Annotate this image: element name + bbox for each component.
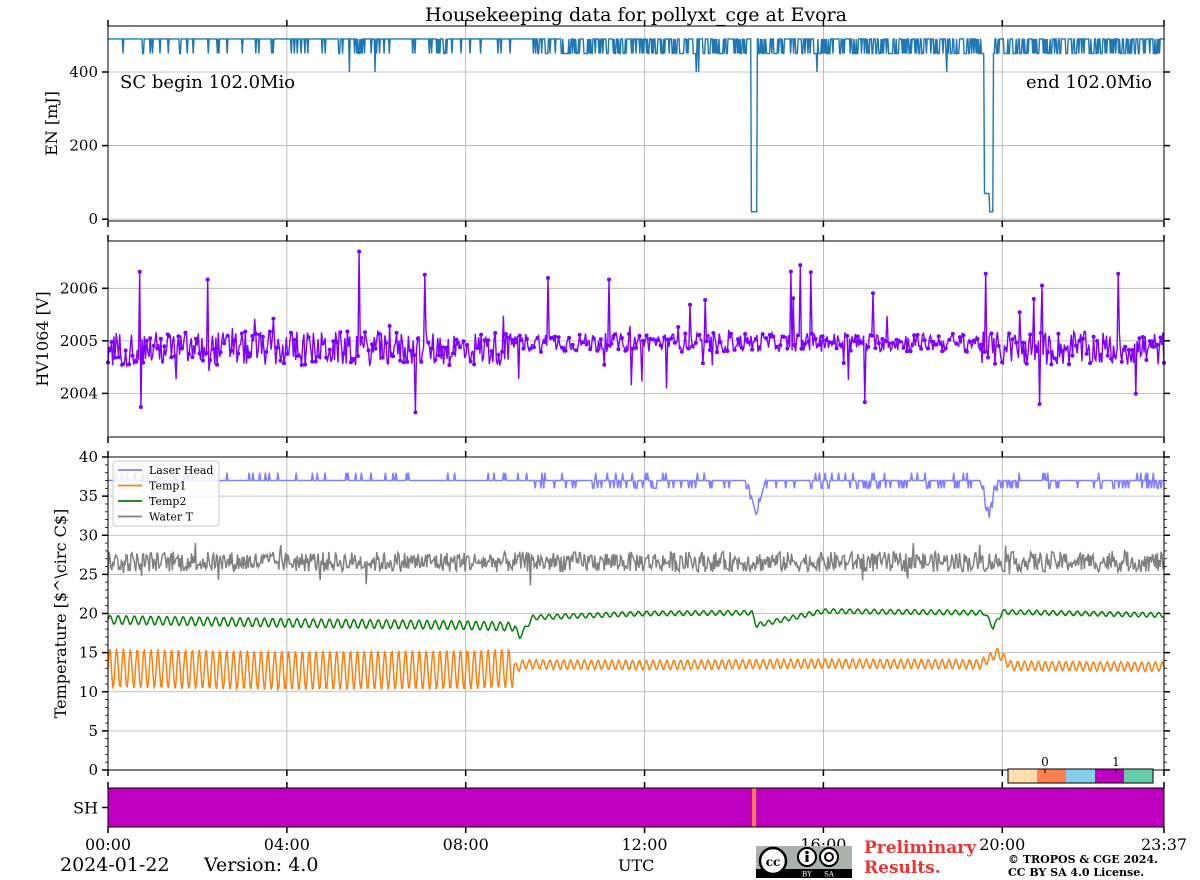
colorbar-tick-label: 0 [1041,755,1049,769]
y-axis-label: EN [mJ] [42,91,61,156]
svg-text:SA: SA [824,871,835,879]
energy-panel: 0 200 400 EN [mJ] SC begin 102.0Mio end 102.0… [42,20,1170,228]
cc-license-badge: cc BY SA [756,846,852,878]
colorbar-cell [1037,769,1066,783]
y-tick-label: 30 [79,526,98,544]
y-tick-label: 400 [69,63,98,81]
shutter-event-mark [752,788,757,827]
hv-series-line [107,251,1165,413]
preliminary-line-1: Preliminary [864,838,977,858]
series-line-temp1 [107,647,1165,693]
y-axis-label: Temperature [$^\circ C$] [51,509,70,719]
copyright-line-2: CC BY SA 4.0 License. [1008,866,1145,879]
y-tick-label: 20 [79,605,98,623]
y-tick-label: 2005 [60,332,98,350]
legend-label: Laser Head [149,464,213,477]
annotation-end: end 102.0Mio [1026,72,1152,93]
y-tick-label: 5 [88,722,98,740]
svg-text:cc: cc [766,855,781,869]
x-tick-label: 08:00 [443,835,489,854]
hv-markers [106,249,1166,415]
y-axis-label: HV1064 [V] [33,291,52,386]
y-tick-label: 15 [79,644,98,662]
panels-layer: 0200400EN [mJ]SC begin 102.0Mio end 102.0… [33,20,1187,854]
copyright-line-1: © TROPOS & CGE 2024. [1008,853,1158,866]
colorbar-tick-label: 1 [1112,755,1120,769]
series-line-laser-head [108,471,1164,519]
y-tick-label: 0 [88,210,98,228]
y-tick-label: 35 [79,487,98,505]
colorbar-cell [1124,769,1153,783]
temperature-legend: Laser Head Temp1 Temp2 Water T [112,460,220,527]
version-label: Version: 4.0 [204,854,319,876]
y-tick-label: 2006 [60,279,98,297]
y-axis-label: SH [73,799,98,818]
y-tick-label: 10 [79,683,98,701]
hv-panel: 2004 2005 2006 HV1064 [V] [33,235,1170,443]
y-tick-label: 2004 [60,384,98,402]
chart-title: Housekeeping data for pollyxt_cge at Evo… [425,4,847,26]
preliminary-notice: Preliminary Results. [864,838,976,878]
y-tick-label: 200 [69,137,98,155]
y-tick-label: 0 [88,761,98,779]
svg-text:BY: BY [802,871,812,879]
copyright-notice: © TROPOS & CGE 2024. CC BY SA 4.0 Licens… [1008,853,1158,879]
x-tick-label: 20:00 [979,835,1025,854]
x-tick-label: 12:00 [622,835,668,854]
legend-label: Temp2 [149,495,186,508]
shutter-bar [108,788,1164,827]
x-tick-label: 23:37 [1141,835,1187,854]
figure-canvas: 0200400EN [mJ]SC begin 102.0Mio end 102.0… [33,20,1187,854]
colorbar-cell [1095,769,1124,783]
date-label: 2024-01-22 [60,854,170,876]
colorbar-cell [1008,769,1037,783]
x-axis-label: UTC [618,856,655,875]
legend-label: Water T [149,511,194,524]
x-tick-label: 00:00 [85,835,131,854]
y-tick-label: 25 [79,565,98,583]
x-tick-label: 04:00 [264,835,310,854]
axes-frame [107,25,1165,222]
energy-series-line [108,38,1164,213]
colorbar-cell [1066,769,1095,783]
preliminary-line-2: Results. [864,858,941,878]
axes-frame [107,240,1165,438]
y-tick-label: 40 [79,448,98,466]
series-line-water-t [107,543,1165,586]
temperature-panel: 0510152025303540Temperature [$^\circ C$]… [51,448,1170,779]
shutter-colorbar: 01 [1007,755,1154,784]
annotation-sc-begin: SC begin 102.0Mio [120,72,295,93]
legend-label: Temp1 [149,480,186,493]
